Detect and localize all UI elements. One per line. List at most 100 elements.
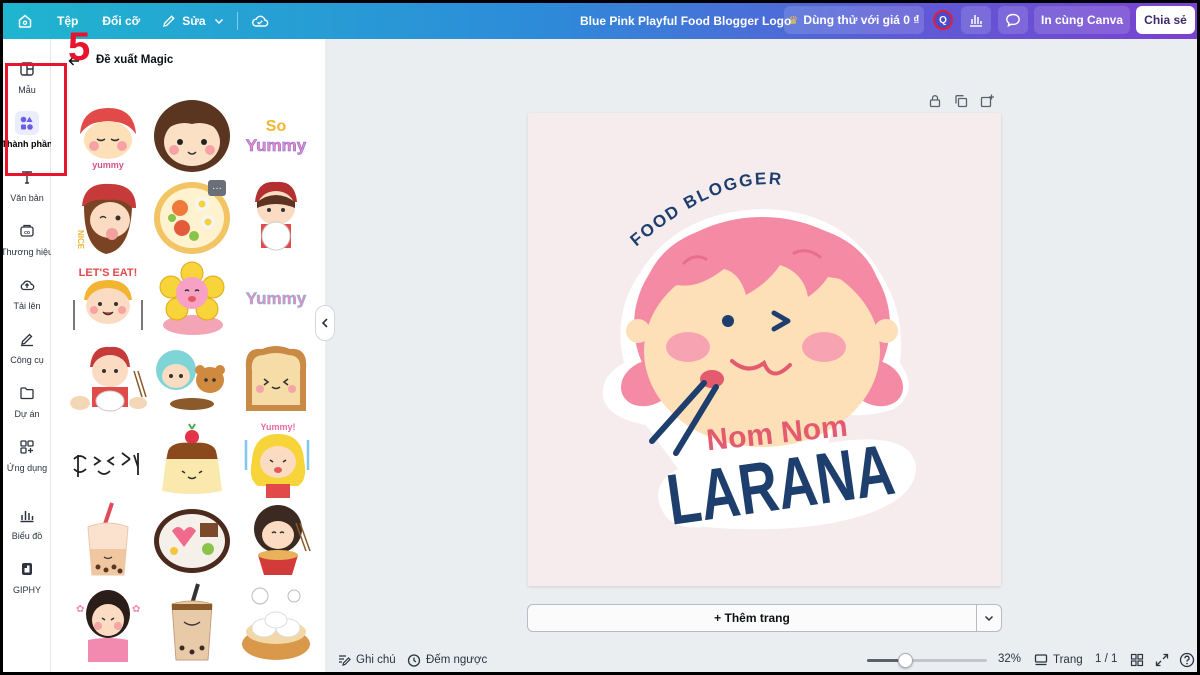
rail-label: Văn bản bbox=[10, 193, 44, 203]
sticker-lets-eat[interactable]: LET'S EAT! bbox=[67, 258, 149, 338]
sticker-boba-dark[interactable] bbox=[151, 582, 233, 662]
share-button[interactable]: Chia sẻ bbox=[1136, 6, 1195, 34]
avatar: Q bbox=[933, 10, 953, 30]
pages-button[interactable]: Trang bbox=[1034, 653, 1083, 667]
template-icon bbox=[15, 57, 39, 81]
add-page-options-button[interactable] bbox=[976, 604, 1002, 632]
canva-editor: Tệp Đổi cỡ Sửa Blue Pink Playful Food Bl… bbox=[3, 3, 1197, 672]
svg-text:Yummy: Yummy bbox=[246, 136, 307, 155]
rail-label: Tải lên bbox=[13, 301, 41, 311]
brand-icon: co bbox=[15, 219, 39, 243]
apps-icon bbox=[15, 435, 39, 459]
duplicate-icon[interactable] bbox=[954, 94, 968, 108]
avatar-letter: Q bbox=[939, 14, 947, 26]
chevron-left-icon bbox=[321, 318, 328, 328]
sticker-girl-eating[interactable] bbox=[67, 339, 149, 419]
rail-label: Biểu đồ bbox=[11, 531, 43, 541]
rail-item-brand[interactable]: co Thương hiệu bbox=[3, 215, 53, 267]
resize-menu[interactable]: Đổi cỡ bbox=[93, 3, 149, 39]
home-button[interactable] bbox=[3, 3, 42, 39]
rail-item-text[interactable]: Văn bản bbox=[3, 161, 51, 213]
design-page[interactable]: FOOD BLOGGER Nom Nom LARANA bbox=[528, 113, 1001, 586]
svg-text:✿: ✿ bbox=[132, 604, 140, 615]
pages-label: Trang bbox=[1053, 654, 1083, 666]
sticker-girl-face[interactable]: yummy bbox=[67, 96, 149, 176]
rail-label: Công cụ bbox=[10, 355, 44, 365]
sticker-girl-wink[interactable]: NICE bbox=[67, 177, 149, 257]
tutorial-step-number: 5 bbox=[68, 25, 91, 69]
sticker-boba[interactable] bbox=[67, 501, 149, 581]
sticker-yummy-girl[interactable]: Yummy! bbox=[235, 420, 317, 500]
add-page-button[interactable]: + Thêm trang bbox=[527, 604, 976, 632]
fullscreen-icon[interactable] bbox=[1155, 653, 1169, 667]
insights-button[interactable] bbox=[961, 6, 991, 34]
comment-icon bbox=[1006, 13, 1020, 28]
left-rail: Mẫu Thành phần Văn bản co Thương hiệu Tả… bbox=[3, 39, 53, 672]
more-icon: ··· bbox=[212, 182, 222, 194]
collapse-panel-button[interactable] bbox=[315, 305, 335, 341]
notes-icon bbox=[339, 655, 351, 666]
add-page-icon[interactable] bbox=[980, 94, 994, 108]
sticker-bento[interactable] bbox=[151, 501, 233, 581]
panel-title: Đề xuất Magic bbox=[96, 54, 174, 66]
more-options-button[interactable]: ··· bbox=[208, 180, 226, 196]
cloud-check-icon bbox=[251, 15, 268, 27]
sticker-girl-face-brown[interactable] bbox=[151, 96, 233, 176]
chevron-down-icon bbox=[214, 18, 223, 25]
giphy-icon bbox=[15, 557, 39, 581]
rail-item-giphy[interactable]: GIPHY bbox=[3, 553, 51, 605]
divider bbox=[236, 12, 238, 30]
sticker-girl-noodles[interactable] bbox=[235, 501, 317, 581]
edit-menu-label: Sửa bbox=[182, 14, 206, 28]
rail-item-charts[interactable]: Biểu đồ bbox=[3, 499, 51, 551]
svg-text:Yummy!: Yummy! bbox=[260, 422, 295, 432]
rail-item-draw[interactable]: Công cụ bbox=[3, 323, 51, 375]
draw-icon bbox=[15, 327, 39, 351]
help-icon[interactable] bbox=[1179, 652, 1195, 668]
food-blogger-logo[interactable]: FOOD BLOGGER Nom Nom LARANA bbox=[528, 113, 1001, 586]
zoom-slider[interactable] bbox=[867, 653, 987, 668]
sticker-faces[interactable] bbox=[67, 420, 149, 500]
notes-button[interactable]: Ghi chú bbox=[337, 653, 396, 667]
zoom-slider-handle[interactable] bbox=[898, 653, 914, 668]
sticker-toast[interactable] bbox=[235, 339, 317, 419]
rail-item-apps[interactable]: Ứng dụng bbox=[3, 431, 51, 483]
resize-menu-label: Đổi cỡ bbox=[102, 14, 141, 28]
svg-text:✿: ✿ bbox=[76, 604, 84, 615]
sticker-dumplings[interactable] bbox=[235, 582, 317, 662]
rail-item-templates[interactable]: Mẫu bbox=[3, 53, 51, 105]
home-icon bbox=[18, 14, 32, 28]
edit-menu[interactable]: Sửa bbox=[153, 3, 232, 39]
sticker-pudding[interactable] bbox=[151, 420, 233, 500]
chart-icon bbox=[15, 503, 39, 527]
sticker-girl-plate[interactable] bbox=[235, 177, 317, 257]
grid-view-icon[interactable] bbox=[1130, 653, 1144, 667]
sticker-girl-cheeks[interactable]: ✿ ✿ bbox=[67, 582, 149, 662]
rail-label: Dự án bbox=[14, 409, 40, 419]
comment-button[interactable] bbox=[998, 6, 1028, 34]
save-status-button[interactable] bbox=[242, 3, 278, 39]
svg-text:NICE: NICE bbox=[76, 230, 85, 250]
sticker-yummy-text[interactable]: Yummy bbox=[235, 258, 317, 338]
bar-chart-icon bbox=[970, 15, 982, 27]
zoom-level[interactable]: 32% bbox=[998, 653, 1021, 665]
rail-item-projects[interactable]: Dự án bbox=[3, 377, 51, 429]
pages-icon bbox=[1034, 654, 1048, 666]
print-with-canva-button[interactable]: In cùng Canva bbox=[1034, 6, 1130, 34]
sticker-kids-eating[interactable] bbox=[151, 339, 233, 419]
svg-text:Yummy: Yummy bbox=[246, 289, 307, 308]
account-button[interactable]: Q bbox=[929, 6, 957, 34]
rail-label: GIPHY bbox=[12, 585, 41, 595]
rail-item-elements[interactable]: Thành phần bbox=[3, 107, 53, 159]
svg-text:So: So bbox=[266, 118, 287, 135]
trial-button[interactable]: ♛ Dùng thử với giá 0 ₫ bbox=[784, 6, 924, 34]
page-count: 1 / 1 bbox=[1095, 653, 1118, 665]
page-tools bbox=[928, 94, 994, 108]
upload-icon bbox=[15, 273, 39, 297]
lock-icon[interactable] bbox=[928, 94, 942, 108]
timer-button[interactable]: Đếm ngược bbox=[407, 653, 487, 667]
rail-item-uploads[interactable]: Tải lên bbox=[3, 269, 51, 321]
sticker-so-yummy-text[interactable]: So Yummy bbox=[235, 96, 317, 176]
design-title[interactable]: Blue Pink Playful Food Blogger Logo bbox=[580, 3, 791, 39]
sticker-flower[interactable] bbox=[151, 258, 233, 338]
